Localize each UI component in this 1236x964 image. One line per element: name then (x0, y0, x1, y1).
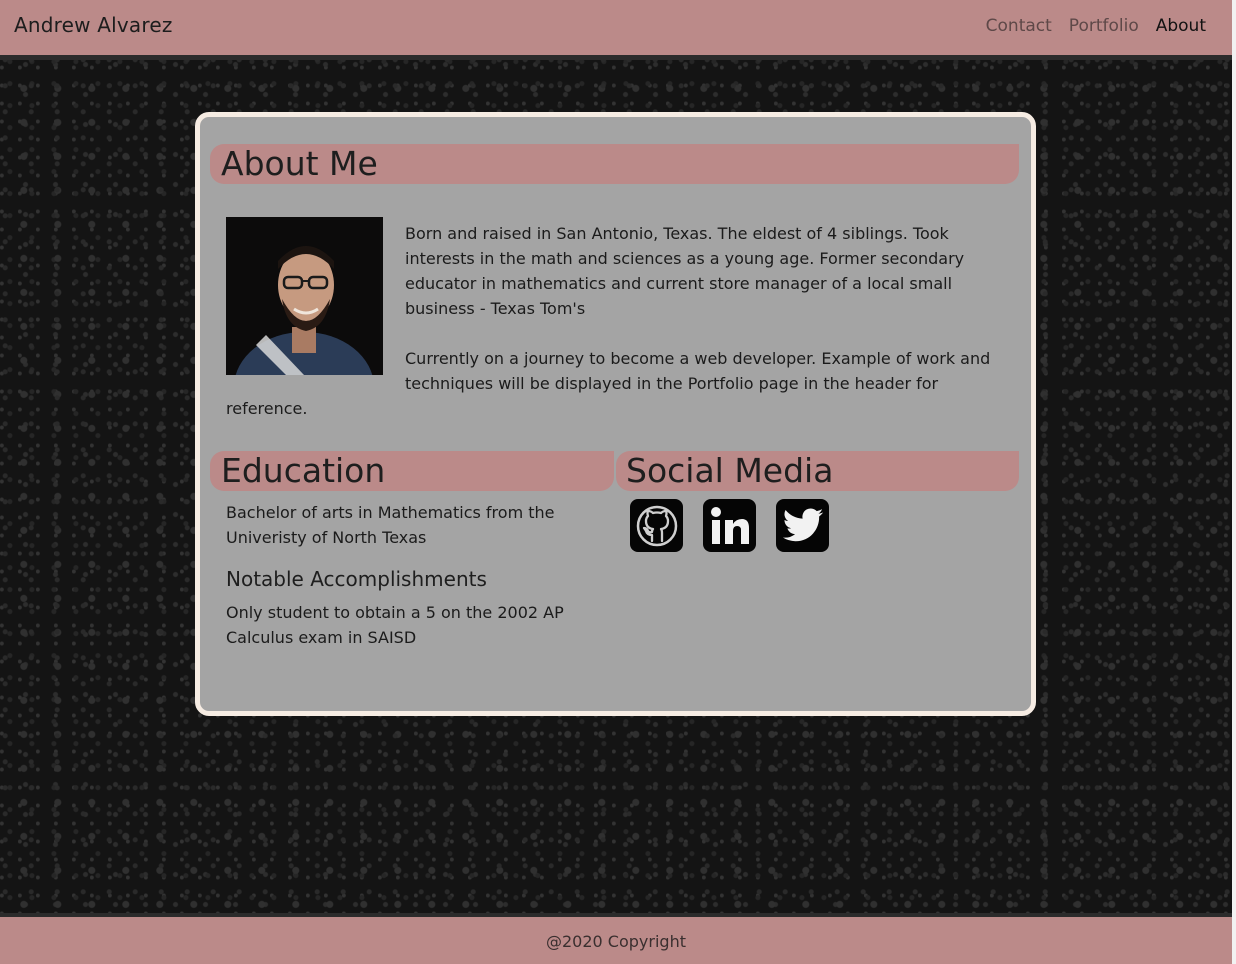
education-degree: Bachelor of arts in Mathematics from the… (226, 503, 555, 547)
social-heading: Social Media (616, 451, 1019, 491)
social-icons (630, 499, 829, 552)
github-icon[interactable] (630, 499, 683, 552)
nav-contact-link[interactable]: Contact (986, 16, 1052, 36)
nav-links: Contact Portfolio About (986, 16, 1206, 36)
nav-portfolio-link[interactable]: Portfolio (1069, 16, 1139, 36)
accomplishments-heading: Notable Accomplishments (226, 567, 487, 591)
accomplishment-text: Only student to obtain a 5 on the 2002 A… (226, 603, 564, 647)
profile-photo-illustration (226, 217, 383, 375)
linkedin-icon[interactable] (703, 499, 756, 552)
copyright-text: @2020 Copyright (546, 932, 686, 951)
footer: @2020 Copyright (0, 913, 1232, 964)
window-edge (1232, 0, 1236, 964)
education-heading: Education (210, 451, 614, 491)
nav-about-link[interactable]: About (1156, 16, 1206, 36)
profile-photo (226, 217, 383, 375)
about-card: About Me Born and raised in San Antonio,… (195, 112, 1036, 716)
about-heading: About Me (210, 144, 1019, 184)
top-navbar: Andrew Alvarez Contact Portfolio About (0, 0, 1232, 60)
brand-name[interactable]: Andrew Alvarez (14, 13, 173, 37)
twitter-icon[interactable] (776, 499, 829, 552)
